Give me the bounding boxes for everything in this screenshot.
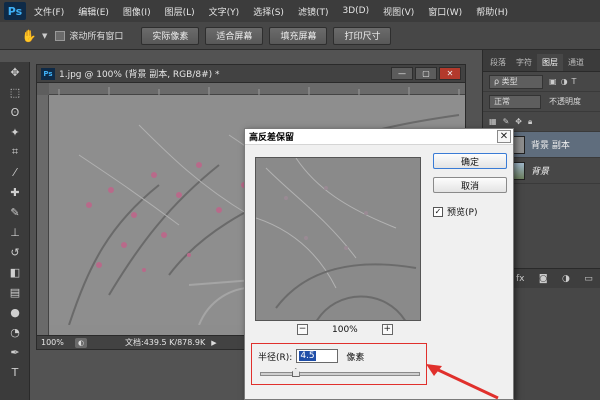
menu-type[interactable]: 文字(Y)	[209, 5, 240, 18]
layer-name: 背景 副本	[531, 141, 570, 151]
gradient-tool-icon[interactable]: ▤	[0, 282, 30, 302]
eyedropper-tool-icon[interactable]: ⁄	[0, 162, 30, 182]
document-ps-icon: Ps	[41, 67, 55, 80]
fill-screen-button[interactable]: 填充屏幕	[269, 26, 328, 45]
options-bar: ✋ ▼ 滚动所有窗口 实际像素 适合屏幕 填充屏幕 打印尺寸	[0, 22, 600, 50]
menu-filter[interactable]: 滤镜(T)	[298, 5, 329, 18]
filter-adjust-icon[interactable]: ◑	[561, 77, 568, 86]
actual-pixels-button[interactable]: 实际像素	[141, 26, 200, 45]
print-size-button[interactable]: 打印尺寸	[333, 26, 392, 45]
preview-zoom-controls: − 100% +	[297, 324, 393, 335]
preview-checkbox[interactable]: ✓	[433, 206, 443, 217]
dialog-title[interactable]: 高反差保留	[245, 129, 513, 145]
panel-tabs: 段落 字符 图层 通道	[483, 50, 600, 72]
radius-input[interactable]: 4.5	[296, 349, 339, 363]
hand-tool-icon[interactable]: ✋	[18, 27, 40, 45]
preview-option[interactable]: ✓ 预览(P)	[433, 205, 477, 218]
opacity-label: 不透明度	[549, 97, 581, 106]
blend-mode-row: 正常 不透明度	[483, 92, 600, 112]
lock-icon[interactable]: 🔒︎	[528, 117, 532, 127]
crop-tool-icon[interactable]: ⌗	[0, 142, 30, 162]
close-button[interactable]: ✕	[439, 67, 461, 80]
chevron-down-icon[interactable]: ▼	[42, 32, 47, 40]
photoshop-logo: Ps	[4, 2, 26, 20]
document-title-bar[interactable]: Ps 1.jpg @ 100% (背景 副本, RGB/8#) * — ▢ ✕	[37, 65, 465, 83]
move-tool-icon[interactable]: ✥	[0, 62, 30, 82]
status-info-icon[interactable]: ◐	[75, 337, 87, 348]
layer-name: 背景	[531, 167, 550, 177]
menu-view[interactable]: 视图(V)	[383, 5, 414, 18]
history-brush-tool-icon[interactable]: ↺	[0, 242, 30, 262]
horizontal-ruler	[49, 83, 465, 95]
tab-layers[interactable]: 图层	[537, 54, 563, 71]
chevron-right-icon[interactable]: ▶	[211, 339, 216, 347]
zoom-level[interactable]: 100%	[41, 338, 71, 347]
dialog-close-icon[interactable]: ✕	[497, 130, 511, 143]
radius-value: 4.5	[299, 351, 316, 361]
minimize-button[interactable]: —	[391, 67, 413, 80]
ruler-origin	[37, 83, 49, 95]
menu-layer[interactable]: 图层(L)	[165, 5, 195, 18]
preview-label: 预览(P)	[447, 208, 478, 218]
tab-character[interactable]: 字符	[511, 54, 537, 71]
preview-zoom-value: 100%	[332, 324, 358, 335]
lasso-tool-icon[interactable]: ʘ	[0, 102, 30, 122]
radius-slider[interactable]	[260, 368, 420, 377]
type-tool-icon[interactable]: T	[0, 362, 30, 382]
radius-highlight-box: 半径(R): 4.5 像素	[251, 343, 427, 385]
radius-label: 半径(R):	[258, 352, 293, 363]
blur-tool-icon[interactable]: ●	[0, 302, 30, 322]
brush-tool-icon[interactable]: ✎	[0, 202, 30, 222]
marquee-tool-icon[interactable]: ⬚	[0, 82, 30, 102]
eraser-tool-icon[interactable]: ◧	[0, 262, 30, 282]
menu-3d[interactable]: 3D(D)	[342, 6, 369, 16]
radius-slider-thumb[interactable]	[291, 368, 300, 377]
layer-filter-row: ρ 类型 ▣ ◑ T	[483, 72, 600, 92]
lock-transparent-icon[interactable]: ▦	[489, 117, 497, 126]
menu-edit[interactable]: 编辑(E)	[78, 5, 109, 18]
fx-icon[interactable]: fx	[516, 274, 525, 284]
filter-preview[interactable]	[255, 157, 421, 321]
maximize-button[interactable]: ▢	[415, 67, 437, 80]
scroll-all-windows-checkbox[interactable]	[55, 30, 66, 41]
preview-image	[256, 158, 420, 320]
menu-window[interactable]: 窗口(W)	[428, 5, 462, 18]
filter-type-icon[interactable]: T	[572, 77, 577, 86]
fit-screen-button[interactable]: 适合屏幕	[205, 26, 264, 45]
adjustment-icon[interactable]: ◑	[562, 274, 570, 284]
vertical-ruler	[37, 95, 49, 335]
folder-icon[interactable]: ▭	[584, 274, 593, 284]
healing-brush-tool-icon[interactable]: ✚	[0, 182, 30, 202]
tab-channels[interactable]: 通道	[563, 54, 589, 71]
ruler-ticks-horizontal	[58, 87, 460, 95]
layer-kind-filter[interactable]: ρ 类型	[489, 74, 543, 89]
radius-row: 半径(R): 4.5 像素	[258, 349, 364, 363]
ok-button[interactable]: 确定	[433, 153, 507, 169]
lock-move-icon[interactable]: ✥	[515, 117, 522, 126]
radius-unit: 像素	[346, 352, 365, 363]
menu-select[interactable]: 选择(S)	[253, 5, 284, 18]
pen-tool-icon[interactable]: ✒	[0, 342, 30, 362]
zoom-out-button[interactable]: −	[297, 324, 308, 335]
tab-paragraph[interactable]: 段落	[485, 54, 511, 71]
scroll-all-windows-label: 滚动所有窗口	[69, 32, 124, 42]
menu-help[interactable]: 帮助(H)	[476, 5, 508, 18]
dodge-tool-icon[interactable]: ◔	[0, 322, 30, 342]
magic-wand-tool-icon[interactable]: ✦	[0, 122, 30, 142]
filter-pixel-icon[interactable]: ▣	[549, 77, 557, 86]
tools-panel: ✥ ⬚ ʘ ✦ ⌗ ⁄ ✚ ✎ ⊥ ↺ ◧ ▤ ● ◔ ✒ T	[0, 62, 30, 400]
cancel-button[interactable]: 取消	[433, 177, 507, 193]
menu-image[interactable]: 图像(I)	[123, 5, 151, 18]
menu-bar: Ps 文件(F) 编辑(E) 图像(I) 图层(L) 文字(Y) 选择(S) 滤…	[0, 0, 600, 22]
document-size-info: 文档:439.5 K/878.9K	[125, 338, 206, 347]
high-pass-dialog: 高反差保留 ✕ − 100% + 确定 取消 ✓ 预览(P) 半径(R): 4.…	[244, 128, 514, 400]
mask-icon[interactable]: ◙	[539, 274, 548, 284]
document-title: 1.jpg @ 100% (背景 副本, RGB/8#) *	[59, 70, 220, 80]
clone-stamp-tool-icon[interactable]: ⊥	[0, 222, 30, 242]
menu-file[interactable]: 文件(F)	[34, 5, 64, 18]
zoom-in-button[interactable]: +	[381, 324, 393, 335]
blend-mode-select[interactable]: 正常	[489, 94, 541, 109]
lock-brush-icon[interactable]: ✎	[503, 117, 510, 126]
